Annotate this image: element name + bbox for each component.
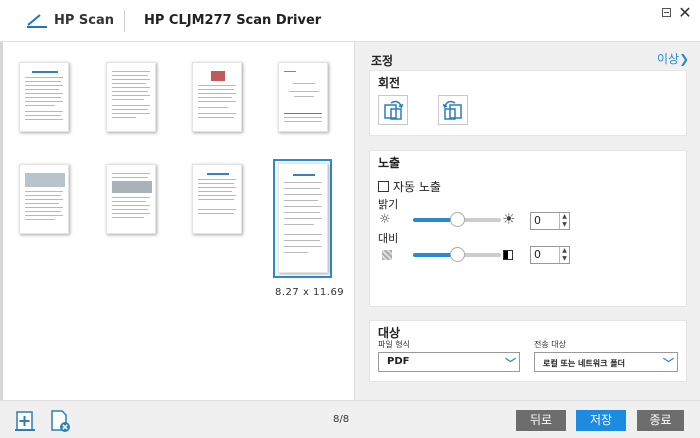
send-to-value: 로컬 또는 네트워크 폴더 [543,359,625,368]
brightness-slider[interactable] [413,212,501,227]
page-thumbnail-5[interactable] [19,164,69,234]
rotate-left-icon [384,100,404,120]
brightness-low-icon: ☼ [379,212,391,227]
delete-page-button[interactable] [48,409,72,433]
chevron-right-icon: ❯ [679,52,690,66]
chevron-down-icon: ﹀ [663,357,674,370]
file-type-value: PDF [387,356,410,367]
brightness-label: 밝기 [378,198,399,211]
page-thumbnail-8-selected[interactable] [278,163,328,273]
contrast-low-icon [382,250,392,260]
rotate-right-button[interactable] [438,95,468,125]
send-to-label: 전송 대상 [534,340,566,349]
checkbox-box [378,181,389,192]
close-window-button[interactable]: ✕ [677,5,693,22]
file-type-select[interactable]: PDF ﹀ [378,352,520,372]
auto-exposure-label: 자동 노출 [393,180,441,194]
rotate-heading: 회전 [378,76,401,90]
scan-preview-area: 8.27 x 11.69 [0,42,354,400]
delete-page-icon [51,410,70,432]
exposure-section: 노출 자동 노출 밝기 ☼ ☀ 0 ▲ ▼ 대비 0 ▲ ▼ [369,150,687,307]
advanced-link[interactable]: 이상❯ [657,50,689,67]
bottom-bar: 8/8 뒤로 저장 종료 [0,400,700,438]
page-thumbnail-1[interactable] [19,62,69,132]
page-thumbnail-4[interactable] [278,62,328,132]
add-page-button[interactable] [14,409,38,433]
title-bar: HP Scan HP CLJM277 Scan Driver ✕ [0,0,700,42]
page-thumbnail-3[interactable] [192,62,242,132]
exposure-heading: 노출 [378,156,401,170]
exit-button[interactable]: 종료 [637,410,684,431]
rotate-right-icon [442,100,462,120]
chevron-down-icon: ﹀ [505,357,516,370]
contrast-spinner[interactable]: 0 ▲ ▼ [530,246,570,264]
auto-exposure-checkbox[interactable]: 자동 노출 [378,178,441,195]
title-divider [124,10,125,32]
brightness-slider-knob[interactable] [450,212,465,227]
add-page-icon [15,411,35,431]
page-thumbnail-6[interactable] [106,164,156,234]
contrast-label: 대비 [378,232,399,245]
page-size-label: 8.27 x 11.69 [275,287,345,298]
minimize-icon [661,8,671,17]
save-button[interactable]: 저장 [576,410,626,431]
rotate-left-button[interactable] [378,95,408,125]
spinner-arrows-icon[interactable]: ▲ ▼ [559,247,569,263]
spinner-arrows-icon[interactable]: ▲ ▼ [559,213,569,229]
contrast-high-icon [503,250,513,260]
destination-section: 대상 파일 형식 PDF ﹀ 전송 대상 로컬 또는 네트워크 폴더 ﹀ [369,320,687,382]
page-counter: 8/8 [333,414,350,425]
file-type-label: 파일 형식 [378,340,410,349]
settings-panel: 조정 이상❯ 회전 노출 자동 노출 밝기 ☼ ☀ 0 ▲ ▼ 대비 0 ▲ ▼… [354,42,700,400]
send-to-select[interactable]: 로컬 또는 네트워크 폴더 ﹀ [534,352,678,372]
app-name: HP Scan [54,13,115,28]
rotate-section: 회전 [369,70,687,136]
brightness-value: 0 [534,214,541,227]
contrast-slider-knob[interactable] [450,247,465,262]
adjust-heading: 조정 [371,54,394,68]
advanced-link-label: 이상 [657,52,680,66]
page-thumbnail-7[interactable] [192,164,242,234]
back-button[interactable]: 뒤로 [516,410,566,431]
hp-scan-logo-icon [27,14,47,28]
minimize-button[interactable] [658,6,674,22]
window-title: HP CLJM277 Scan Driver [144,13,322,28]
brightness-spinner[interactable]: 0 ▲ ▼ [530,212,570,230]
brightness-high-icon: ☀ [502,210,516,228]
contrast-slider[interactable] [413,247,501,262]
page-thumbnail-2[interactable] [106,62,156,132]
contrast-value: 0 [534,248,541,261]
